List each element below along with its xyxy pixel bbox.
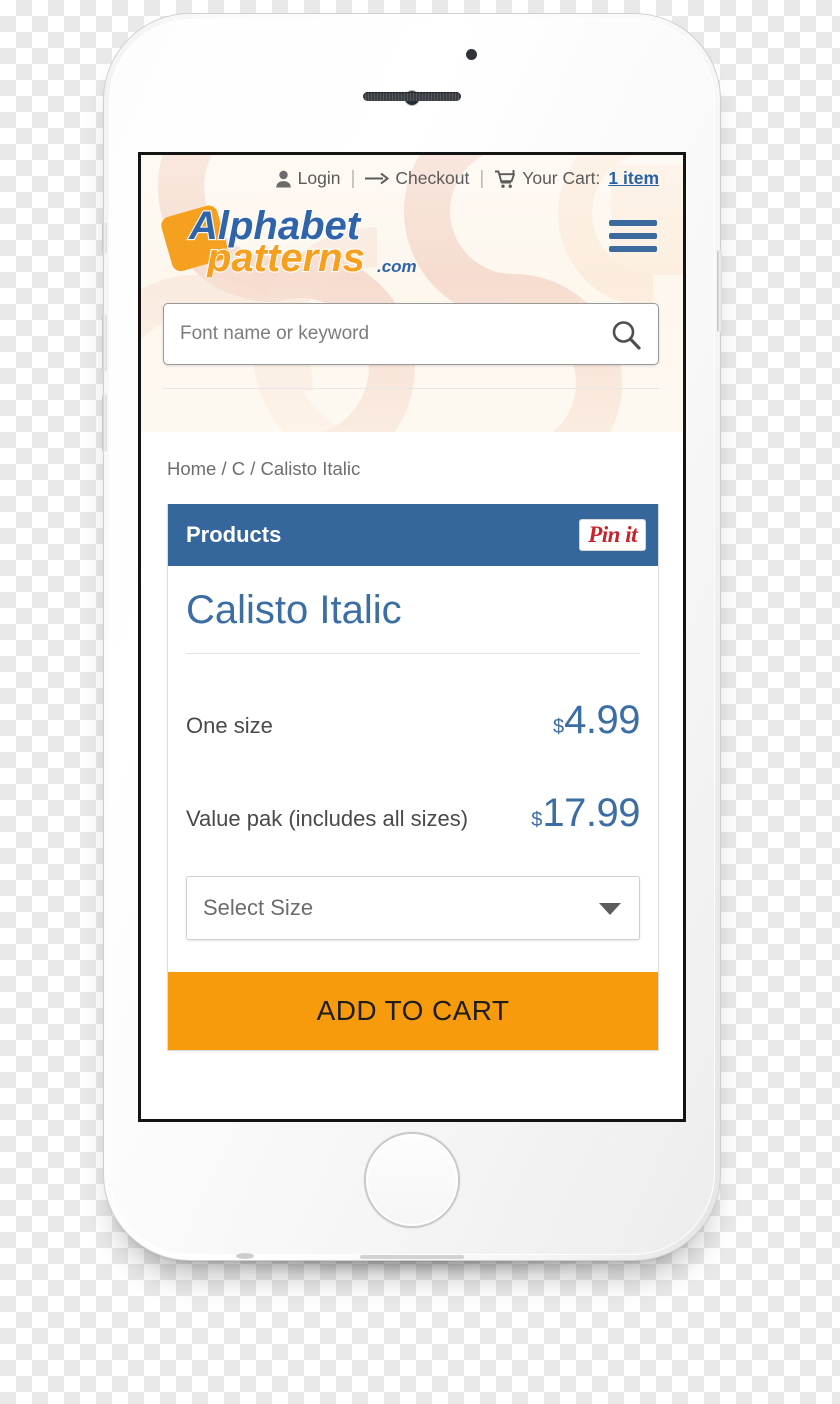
pin-it-label: Pin it	[588, 522, 637, 547]
checkout-link[interactable]: Checkout	[365, 168, 469, 189]
phone-screen: Login | Checkout | Your Cart: 1 item Alp…	[138, 152, 686, 1122]
hamburger-menu-icon[interactable]	[607, 214, 659, 258]
hamburger-bar-3	[609, 246, 657, 252]
volume-down-button[interactable]	[102, 394, 107, 452]
search-icon[interactable]	[610, 319, 642, 351]
breadcrumb[interactable]: Home / C / Calisto Italic	[141, 432, 683, 480]
size-select-area: Select Size	[186, 836, 640, 940]
currency-symbol: $	[553, 716, 565, 738]
svg-text:patterns: patterns	[206, 236, 365, 277]
home-button[interactable]	[366, 1134, 458, 1226]
price-row-value-pak: Value pak (includes all sizes) $17.99	[186, 743, 640, 836]
bottom-port	[236, 1253, 254, 1259]
hamburger-bar-1	[609, 220, 657, 226]
price-label-value-pak: Value pak (includes all sizes)	[186, 806, 469, 831]
proximity-sensor	[466, 49, 477, 60]
search-box[interactable]	[163, 303, 659, 365]
chevron-down-icon	[599, 903, 621, 915]
size-select-value: Select Size	[203, 895, 314, 920]
add-to-cart-area: ADD TO CART	[168, 940, 658, 1050]
login-link[interactable]: Login	[275, 168, 341, 189]
price-label-one-size: One size	[186, 713, 273, 738]
hamburger-bar-2	[609, 233, 657, 239]
utility-bar: Login | Checkout | Your Cart: 1 item	[141, 155, 683, 189]
brand-row: Alphabet patterns .com	[141, 189, 683, 281]
product-card-header: Products Pin it	[168, 504, 658, 566]
product-title: Calisto Italic	[186, 588, 402, 632]
product-card-body: Calisto Italic One size $4.99 Value pak …	[168, 566, 658, 1050]
utility-separator-2: |	[479, 168, 485, 189]
earpiece-speaker	[363, 92, 461, 101]
shopping-cart-icon	[494, 169, 516, 189]
canvas: Login | Checkout | Your Cart: 1 item Alp…	[0, 0, 840, 1404]
alphabet-patterns-logo[interactable]: Alphabet patterns .com	[159, 195, 439, 281]
cart-item-count[interactable]: 1 item	[608, 168, 659, 189]
smartphone-device: Login | Checkout | Your Cart: 1 item Alp…	[102, 14, 722, 1260]
checkout-label: Checkout	[395, 168, 470, 188]
silent-switch[interactable]	[102, 222, 107, 254]
price-amount-one-size: $4.99	[553, 698, 640, 743]
user-icon	[275, 170, 292, 188]
price-value: 4.99	[564, 698, 640, 742]
header-divider	[163, 388, 659, 389]
arrow-right-icon	[365, 172, 390, 185]
products-heading: Products	[186, 522, 282, 547]
currency-symbol: $	[531, 809, 543, 831]
cart-link[interactable]: Your Cart: 1 item	[494, 168, 659, 189]
volume-up-button[interactable]	[102, 314, 107, 372]
power-button[interactable]	[717, 250, 722, 332]
bottom-speaker-grille	[360, 1255, 464, 1259]
svg-text:.com: .com	[377, 257, 417, 276]
cart-label: Your Cart:	[522, 168, 601, 188]
price-row-one-size: One size $4.99	[186, 660, 640, 743]
add-to-cart-button[interactable]: ADD TO CART	[168, 972, 658, 1050]
search-area	[141, 277, 683, 389]
price-value: 17.99	[542, 791, 640, 835]
price-amount-value-pak: $17.99	[531, 791, 640, 836]
search-input[interactable]	[164, 323, 658, 345]
title-divider	[186, 653, 640, 654]
product-card: Products Pin it Calisto Italic One size …	[167, 504, 659, 1051]
pinterest-pin-it-button[interactable]: Pin it	[579, 519, 646, 551]
utility-separator-1: |	[350, 168, 356, 189]
size-select[interactable]: Select Size	[186, 876, 640, 940]
site-header: Login | Checkout | Your Cart: 1 item Alp…	[141, 155, 683, 432]
login-label: Login	[297, 168, 341, 188]
